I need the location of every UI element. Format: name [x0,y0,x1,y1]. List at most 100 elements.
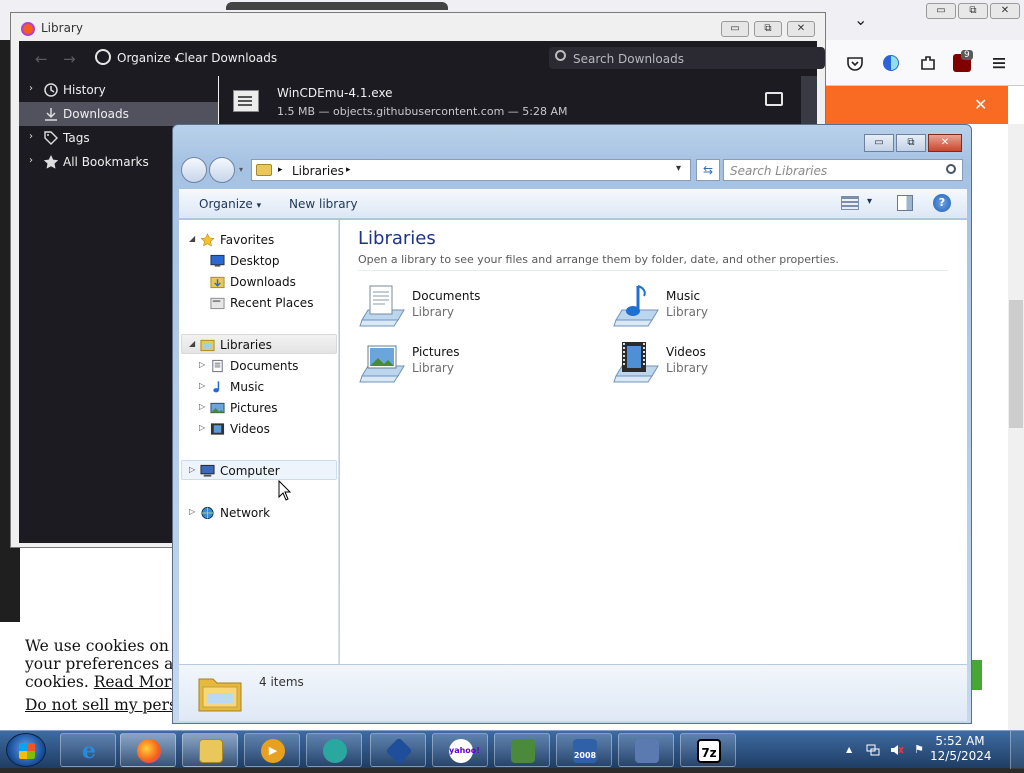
taskbar-windows-explorer[interactable] [182,733,238,767]
do-not-sell-link[interactable]: Do not sell my perso [25,696,186,714]
list-all-tabs-button[interactable]: ⌄ [854,10,867,29]
library-forward-button[interactable]: → [63,50,76,68]
network-status-icon[interactable] [866,743,880,757]
taskbar-vm-app[interactable] [306,733,362,767]
explorer-close-button[interactable]: ✕ [928,134,962,152]
library-restore-button[interactable]: ⧉ [754,21,782,37]
library-tile-music[interactable]: Music Library [612,282,842,332]
page-title: Libraries [358,228,436,249]
library-close-button[interactable]: ✕ [787,21,815,37]
search-icon [946,164,956,174]
taskbar-yahoo[interactable]: yahoo! [432,733,488,767]
expand-arrow-icon[interactable]: › [29,155,33,166]
cookie-text-line-2: your preferences and [25,655,194,673]
search-downloads-input[interactable]: Search Downloads [549,47,825,69]
back-button[interactable] [181,157,207,183]
explorer-minimize-button[interactable]: ▭ [864,134,894,152]
title-divider [358,270,948,271]
expand-arrow-icon[interactable]: ▷ [199,381,205,390]
page-scrollbar-thumb[interactable] [1009,300,1023,428]
read-more-link[interactable]: Read More [94,673,181,691]
taskbar-7zip[interactable]: 7z [680,733,736,767]
firefox-minimize-button[interactable]: ▭ [926,3,956,19]
library-type: Library [666,305,708,319]
collapse-arrow-icon[interactable]: ◢ [189,234,195,243]
explorer-restore-button[interactable]: ⧉ [896,134,926,152]
show-hidden-icons-button[interactable]: ▲ [846,745,852,754]
library-minimize-button[interactable]: ▭ [721,21,749,37]
preview-pane-icon[interactable] [897,195,913,211]
refresh-button[interactable]: ⇆ [696,159,720,181]
expand-arrow-icon[interactable]: › [29,131,33,142]
show-desktop-button[interactable] [1010,731,1024,769]
breadcrumb-root-arrow[interactable]: ▸ [278,165,283,175]
sidebar-item-label: All Bookmarks [63,155,149,169]
library-tile-pictures[interactable]: Pictures Library [358,338,588,388]
breadcrumb[interactable]: Libraries [292,164,344,178]
device-manager-icon [511,739,535,763]
pocket-icon[interactable] [846,54,864,72]
vpn-shield-icon[interactable] [882,54,900,72]
library-tile-videos[interactable]: Videos Library [612,338,842,388]
start-button[interactable] [6,733,46,767]
virtualbox-icon [385,737,413,765]
breadcrumb-arrow[interactable]: ▸ [346,165,351,175]
organize-menu-button[interactable]: Organize ▾ [117,51,179,65]
explorer-folder-icon [199,739,223,763]
sidebar-item-history[interactable]: › History [19,78,218,102]
taskbar-media-player[interactable]: ▶ [244,733,300,767]
pictures-icon [210,402,225,414]
star-icon [200,233,215,247]
download-icon [45,108,57,121]
expand-arrow-icon[interactable]: ▷ [199,423,205,432]
action-center-flag-icon[interactable]: ⚑ [914,743,924,756]
search-libraries-input[interactable]: Search Libraries [723,159,963,181]
expand-arrow-icon[interactable]: ▷ [189,507,195,516]
firefox-logo-icon [21,22,35,36]
taskbar-internet-explorer[interactable]: e [60,733,116,767]
firefox-tab[interactable] [226,2,448,10]
library-tile-documents[interactable]: Documents Library [358,282,588,332]
nav-label: Recent Places [230,296,314,310]
library-title: Library [41,21,83,35]
extensions-icon[interactable] [919,54,937,72]
taskbar-server-2008[interactable]: 2008 [556,733,612,767]
taskbar-virtualbox[interactable] [370,733,426,767]
collapse-arrow-icon[interactable]: ◢ [189,339,195,348]
address-row: ▾ ▸ Libraries ▸ ▾ ⇆ Search Libraries [181,157,965,185]
firefox-restore-button[interactable]: ⧉ [958,3,988,19]
address-dropdown-icon[interactable]: ▾ [676,163,681,174]
forward-button[interactable] [209,157,235,183]
taskbar-firefox[interactable] [120,733,176,767]
volume-muted-icon[interactable] [890,743,904,757]
view-options-dropdown[interactable]: ▾ [867,196,872,207]
taskbar-device-manager[interactable] [494,733,550,767]
organize-button[interactable]: Organize ▾ [199,197,261,211]
explorer-window: ▭ ⧉ ✕ ▾ ▸ Libraries ▸ ▾ ⇆ Search Librari… [172,124,972,724]
star-icon [43,155,59,169]
desktop-icon [210,254,225,267]
new-library-button[interactable]: New library [289,197,358,211]
expand-arrow-icon[interactable]: ▷ [199,402,205,411]
expand-arrow-icon[interactable]: › [29,83,33,94]
recent-pages-icon[interactable]: ▾ [239,165,243,174]
hamburger-menu-icon[interactable] [990,54,1008,72]
clear-downloads-button[interactable]: Clear Downloads [176,51,277,65]
library-back-button[interactable]: ← [35,50,48,68]
help-icon[interactable]: ? [933,194,951,212]
clock[interactable]: 5:52 AM 12/5/2024 [930,734,992,764]
show-in-folder-icon[interactable] [765,92,783,106]
address-bar[interactable]: ▸ Libraries ▸ ▾ [251,159,691,181]
expand-arrow-icon[interactable]: ▷ [199,360,205,369]
sidebar-item-downloads[interactable]: Downloads [19,102,218,126]
search-placeholder: Search Downloads [573,52,684,66]
change-view-icon[interactable] [841,196,859,210]
taskbar-network-app[interactable] [618,733,674,767]
banner-close-button[interactable]: ✕ [974,95,987,114]
firefox-close-button[interactable]: ✕ [990,3,1020,19]
library-type: Library [666,361,708,375]
download-item[interactable]: WinCDEmu-4.1.exe 1.5 MB — objects.github… [219,76,817,126]
nav-label: Network [220,506,271,520]
command-bar: Organize ▾ New library ▾ ? [179,189,967,219]
expand-arrow-icon[interactable]: ▷ [189,465,195,474]
